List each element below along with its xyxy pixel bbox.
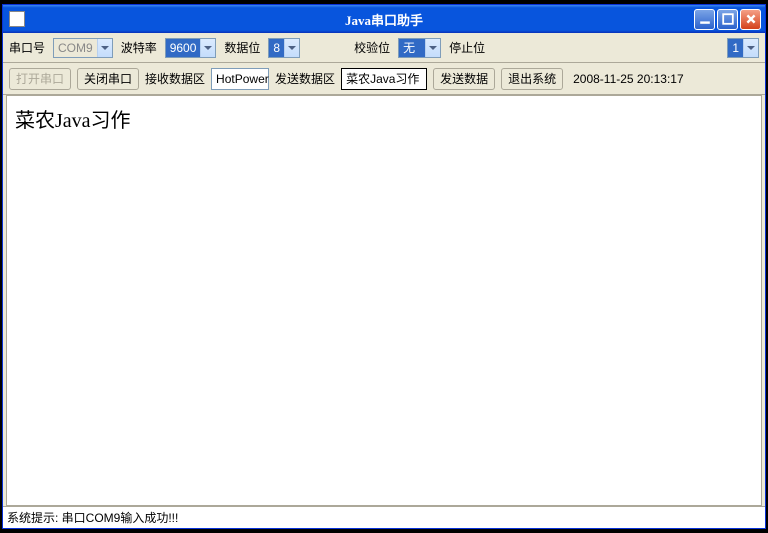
maximize-icon (722, 13, 734, 25)
app-icon (9, 11, 25, 27)
chevron-down-icon (97, 39, 112, 57)
port-label: 串口号 (9, 39, 45, 56)
status-message: 串口COM9输入成功!!! (58, 511, 178, 525)
send-button[interactable]: 发送数据 (433, 68, 495, 90)
databits-label: 数据位 (224, 39, 260, 56)
chevron-down-icon (743, 39, 758, 57)
minimize-icon (699, 13, 711, 25)
config-toolbar: 串口号 COM9 波特率 9600 数据位 8 校验位 无 停止位 1 (3, 33, 765, 63)
send-field[interactable]: 菜农Java习作 (341, 68, 427, 90)
titlebar[interactable]: Java串口助手 (3, 5, 765, 33)
port-value: COM9 (54, 39, 97, 57)
chevron-down-icon (284, 39, 299, 57)
action-toolbar: 打开串口 关闭串口 接收数据区 HotPower 发送数据区 菜农Java习作 … (3, 63, 765, 95)
baud-label: 波特率 (121, 39, 157, 56)
close-port-button[interactable]: 关闭串口 (77, 68, 139, 90)
recv-label: 接收数据区 (145, 70, 205, 87)
parity-label: 校验位 (354, 39, 390, 56)
close-icon (745, 13, 757, 25)
stopbits-label: 停止位 (449, 39, 485, 56)
status-bar: 系统提示: 串口COM9输入成功!!! (3, 506, 765, 528)
close-button[interactable] (740, 9, 761, 30)
databits-combo[interactable]: 8 (268, 38, 300, 58)
app-window: Java串口助手 串口号 COM9 波特率 9600 数据位 8 (2, 4, 766, 529)
chevron-down-icon (200, 39, 215, 57)
baud-value: 9600 (166, 39, 201, 57)
stopbits-value: 1 (728, 39, 743, 57)
window-title: Java串口助手 (3, 10, 765, 29)
port-combo[interactable]: COM9 (53, 38, 113, 58)
maximize-button[interactable] (717, 9, 738, 30)
minimize-button[interactable] (694, 9, 715, 30)
databits-value: 8 (269, 39, 284, 57)
timestamp: 2008-11-25 20:13:17 (573, 72, 684, 86)
parity-combo[interactable]: 无 (398, 38, 441, 58)
status-prefix: 系统提示: (7, 511, 58, 525)
open-port-button[interactable]: 打开串口 (9, 68, 71, 90)
recv-field[interactable]: HotPower (211, 68, 269, 90)
parity-value: 无 (399, 39, 425, 57)
chevron-down-icon (425, 39, 440, 57)
output-area[interactable]: 菜农Java习作 (6, 95, 762, 506)
baud-combo[interactable]: 9600 (165, 38, 217, 58)
window-buttons (694, 9, 761, 30)
stopbits-combo[interactable]: 1 (727, 38, 759, 58)
exit-button[interactable]: 退出系统 (501, 68, 563, 90)
send-label: 发送数据区 (275, 70, 335, 87)
